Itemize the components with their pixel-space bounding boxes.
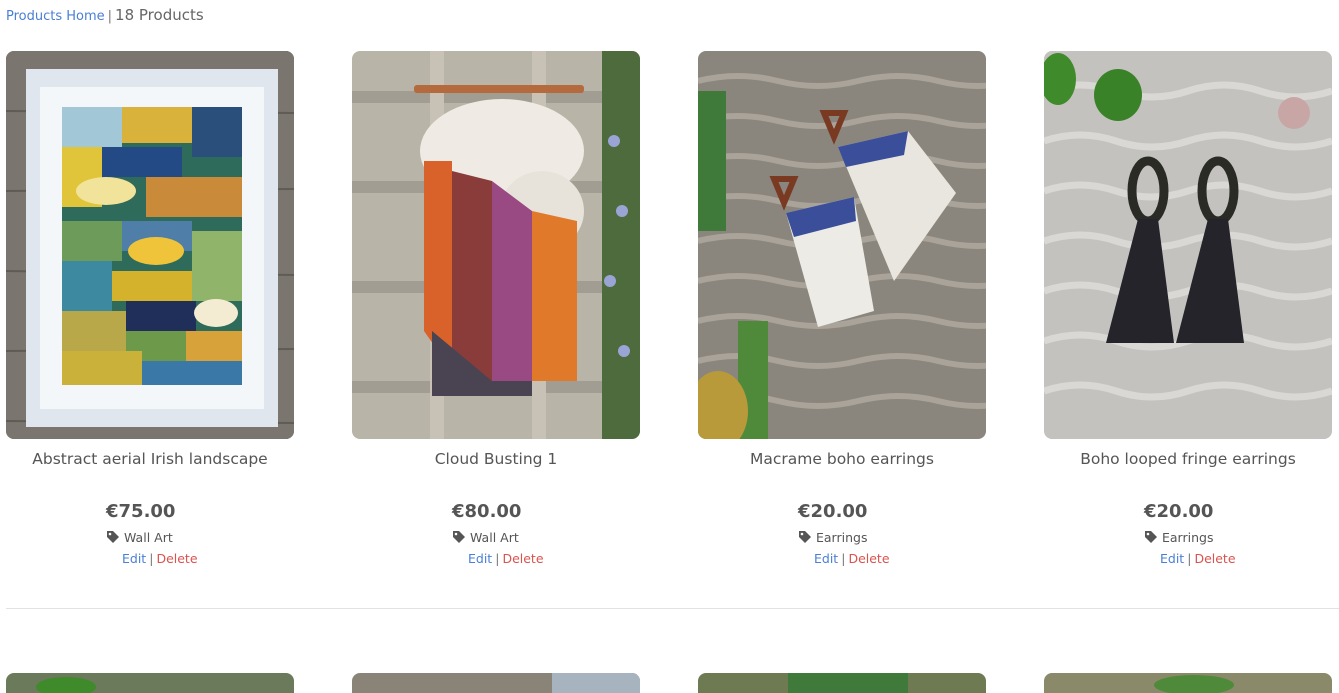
product-image[interactable] [6, 51, 294, 439]
product-card: Macrame boho earrings €20.00 Earrings Ed… [698, 51, 986, 569]
product-image[interactable] [698, 673, 986, 693]
category-label: Earrings [816, 529, 868, 545]
products-home-link[interactable]: Products Home [6, 9, 105, 24]
product-name[interactable]: Abstract aerial Irish landscape [32, 449, 267, 499]
product-price: €20.00 [798, 501, 868, 522]
edit-link[interactable]: Edit [122, 551, 146, 566]
product-category[interactable]: Earrings [798, 527, 986, 547]
product-image[interactable] [1044, 673, 1332, 693]
action-separator: | [1187, 551, 1192, 566]
delete-link[interactable]: Delete [502, 551, 543, 566]
product-actions: Edit | Delete [106, 549, 294, 569]
edit-link[interactable]: Edit [468, 551, 492, 566]
product-image[interactable] [698, 51, 986, 439]
product-image-art [698, 673, 986, 693]
product-meta: €75.00 Wall Art Edit | Delete [6, 499, 294, 569]
product-image-art [1044, 673, 1332, 693]
product-image-art [352, 51, 640, 439]
category-label: Wall Art [470, 529, 519, 545]
product-card: Boho looped fringe earrings €20.00 Earri… [1044, 51, 1332, 569]
delete-link[interactable]: Delete [156, 551, 197, 566]
row-divider [6, 608, 1339, 609]
action-separator: | [495, 551, 500, 566]
edit-link[interactable]: Edit [1160, 551, 1184, 566]
product-actions: Edit | Delete [452, 549, 640, 569]
product-price: €20.00 [1144, 501, 1214, 522]
edit-link[interactable]: Edit [814, 551, 838, 566]
product-image[interactable] [352, 673, 640, 693]
category-label: Earrings [1162, 529, 1214, 545]
product-card: Abstract aerial Irish landscape €75.00 W… [6, 51, 294, 569]
product-grid: Abstract aerial Irish landscape €75.00 W… [6, 51, 1333, 569]
product-actions: Edit | Delete [798, 549, 986, 569]
tag-icon [799, 531, 811, 543]
tag-icon [107, 531, 119, 543]
product-count: 18 Products [115, 6, 204, 24]
delete-link[interactable]: Delete [848, 551, 889, 566]
product-image-art [352, 673, 640, 693]
delete-link[interactable]: Delete [1194, 551, 1235, 566]
product-category[interactable]: Earrings [1144, 527, 1332, 547]
product-image[interactable] [352, 51, 640, 439]
product-image-art [1044, 51, 1332, 439]
category-label: Wall Art [124, 529, 173, 545]
tag-icon [453, 531, 465, 543]
product-name[interactable]: Macrame boho earrings [750, 449, 934, 499]
breadcrumb-separator: | [107, 9, 113, 24]
product-name[interactable]: Boho looped fringe earrings [1080, 449, 1296, 499]
product-image-art [698, 51, 986, 439]
product-meta: €20.00 Earrings Edit | Delete [1044, 499, 1332, 569]
product-name[interactable]: Cloud Busting 1 [435, 449, 558, 499]
product-image-art [6, 51, 294, 439]
product-image[interactable] [6, 673, 294, 693]
product-actions: Edit | Delete [1144, 549, 1332, 569]
product-category[interactable]: Wall Art [452, 527, 640, 547]
next-product-row [6, 673, 1333, 693]
action-separator: | [149, 551, 154, 566]
product-price: €80.00 [452, 501, 522, 522]
product-category[interactable]: Wall Art [106, 527, 294, 547]
product-meta: €20.00 Earrings Edit | Delete [698, 499, 986, 569]
breadcrumb: Products Home | 18 Products [6, 6, 204, 24]
product-image[interactable] [1044, 51, 1332, 439]
tag-icon [1145, 531, 1157, 543]
product-card: Cloud Busting 1 €80.00 Wall Art Edit | Del… [352, 51, 640, 569]
product-image-art [6, 673, 294, 693]
product-meta: €80.00 Wall Art Edit | Delete [352, 499, 640, 569]
action-separator: | [841, 551, 846, 566]
product-price: €75.00 [106, 501, 176, 522]
